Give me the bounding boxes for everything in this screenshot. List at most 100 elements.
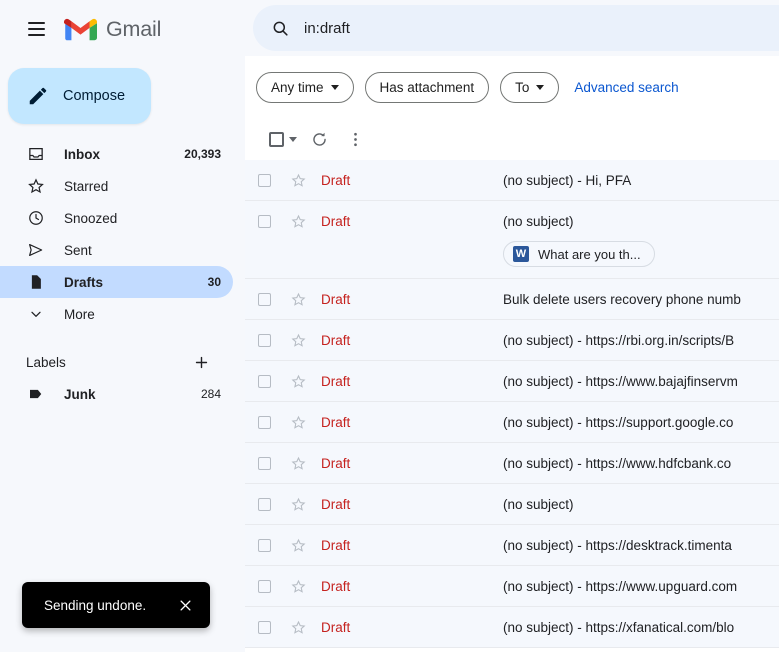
filter-any-time-label: Any time [271, 79, 324, 95]
star-outline-icon[interactable] [290, 455, 307, 472]
sidebar-item-more[interactable]: More [0, 298, 233, 330]
checkbox-icon[interactable] [257, 538, 271, 552]
row-checkbox[interactable] [245, 201, 283, 241]
compose-button[interactable]: Compose [8, 68, 152, 124]
gmail-app: Gmail Compose Inbox 20,393 Starred Snooz… [0, 0, 779, 652]
star-button[interactable] [283, 607, 313, 647]
row-checkbox[interactable] [245, 279, 283, 319]
draft-label: Draft [321, 172, 351, 188]
star-outline-icon[interactable] [290, 332, 307, 349]
star-button[interactable] [283, 525, 313, 565]
row-checkbox[interactable] [245, 160, 283, 200]
sidebar-item-sent[interactable]: Sent [0, 234, 233, 266]
row-checkbox[interactable] [245, 361, 283, 401]
table-row[interactable]: Draft (no subject) W What are you th... [245, 201, 779, 279]
star-outline-icon[interactable] [290, 172, 307, 189]
star-button[interactable] [283, 402, 313, 442]
attachment-wrap: W What are you th... [503, 241, 779, 278]
star-outline-icon[interactable] [290, 619, 307, 636]
star-outline-icon[interactable] [290, 291, 307, 308]
star-button[interactable] [283, 160, 313, 200]
checkbox-icon[interactable] [257, 415, 271, 429]
chevron-down-icon[interactable] [289, 136, 297, 142]
email-subject-cell: (no subject) - https://rbi.org.in/script… [503, 320, 779, 360]
draft-label: Draft [321, 537, 351, 553]
row-checkbox[interactable] [245, 484, 283, 524]
star-outline-icon[interactable] [290, 414, 307, 431]
search-input[interactable]: in:draft [253, 5, 779, 51]
table-row[interactable]: Draft (no subject) - https://rbi.org.in/s… [245, 320, 779, 361]
table-row[interactable]: Draft (no subject) - https://support.goog… [245, 402, 779, 443]
table-row[interactable]: Draft (no subject) - https://www.upguard.… [245, 566, 779, 607]
attachment-chip[interactable]: W What are you th... [503, 241, 655, 267]
star-outline-icon[interactable] [290, 213, 307, 230]
star-outline-icon[interactable] [290, 496, 307, 513]
refresh-button[interactable] [301, 121, 337, 157]
table-row[interactable]: Draft (no subject) [245, 484, 779, 525]
row-checkbox[interactable] [245, 402, 283, 442]
row-checkbox[interactable] [245, 566, 283, 606]
advanced-search-link[interactable]: Advanced search [574, 80, 678, 95]
sidebar: Gmail Compose Inbox 20,393 Starred Snooz… [0, 0, 245, 652]
gmail-logo-icon [64, 18, 97, 40]
hamburger-icon[interactable] [18, 11, 54, 47]
close-icon[interactable] [174, 594, 196, 616]
email-subject-text: (no subject) - https://rbi.org.in/script… [503, 332, 735, 348]
select-all-control[interactable] [261, 121, 301, 157]
row-checkbox[interactable] [245, 320, 283, 360]
checkbox-icon[interactable] [257, 497, 271, 511]
table-row[interactable]: Draft (no subject) - https://www.bajajfin… [245, 361, 779, 402]
labels-header: Labels [0, 346, 233, 378]
sidebar-item-label: Inbox [64, 146, 100, 162]
checkbox-icon[interactable] [257, 620, 271, 634]
star-outline-icon[interactable] [290, 537, 307, 554]
checkbox-icon[interactable] [257, 456, 271, 470]
email-subject-cell: Bulk delete users recovery phone numb [503, 279, 779, 319]
checkbox-icon[interactable] [257, 214, 271, 228]
email-subject-text: (no subject) - https://support.google.co [503, 414, 734, 430]
star-button[interactable] [283, 443, 313, 483]
plus-icon[interactable] [191, 352, 211, 372]
draft-label: Draft [321, 455, 351, 471]
sidebar-item-junk[interactable]: Junk 284 [0, 378, 233, 410]
filter-any-time[interactable]: Any time [256, 71, 354, 103]
checkbox-icon[interactable] [257, 173, 271, 187]
sidebar-item-snoozed[interactable]: Snoozed [0, 202, 233, 234]
table-row[interactable]: Draft (no subject) - https://desktrack.ti… [245, 525, 779, 566]
table-row[interactable]: Draft (no subject) - https://www.hdfcbank… [245, 443, 779, 484]
more-options-button[interactable] [337, 121, 373, 157]
sidebar-item-starred[interactable]: Starred [0, 170, 233, 202]
filter-to[interactable]: To [500, 71, 560, 103]
row-checkbox[interactable] [245, 525, 283, 565]
star-button[interactable] [283, 320, 313, 360]
star-button[interactable] [283, 279, 313, 319]
table-row[interactable]: Draft (no subject) - https://xfanatical.c… [245, 607, 779, 648]
star-button[interactable] [283, 484, 313, 524]
checkbox-icon[interactable] [257, 333, 271, 347]
checkbox-icon[interactable] [257, 292, 271, 306]
filter-has-attachment[interactable]: Has attachment [364, 71, 490, 103]
star-outline-icon[interactable] [290, 578, 307, 595]
sidebar-item-drafts[interactable]: Drafts 30 [0, 266, 233, 298]
star-button[interactable] [283, 361, 313, 401]
checkbox-icon[interactable] [257, 579, 271, 593]
checkbox-icon[interactable] [269, 131, 284, 147]
search-row: in:draft [245, 0, 779, 56]
row-checkbox[interactable] [245, 443, 283, 483]
row-checkbox[interactable] [245, 607, 283, 647]
table-row[interactable]: Draft (no subject) - Hi, PFA [245, 160, 779, 201]
star-outline-icon[interactable] [290, 373, 307, 390]
list-toolbar [245, 118, 779, 160]
draft-label: Draft [321, 291, 351, 307]
draft-icon [26, 272, 46, 292]
checkbox-icon[interactable] [257, 374, 271, 388]
sidebar-item-label: Sent [64, 242, 92, 258]
inbox-icon [26, 144, 46, 164]
sidebar-item-inbox[interactable]: Inbox 20,393 [0, 138, 233, 170]
star-button[interactable] [283, 566, 313, 606]
star-icon [26, 176, 46, 196]
gmail-brand[interactable]: Gmail [64, 17, 161, 42]
table-row[interactable]: Draft Bulk delete users recovery phone nu… [245, 279, 779, 320]
star-button[interactable] [283, 201, 313, 241]
sidebar-item-count: 30 [207, 275, 221, 289]
